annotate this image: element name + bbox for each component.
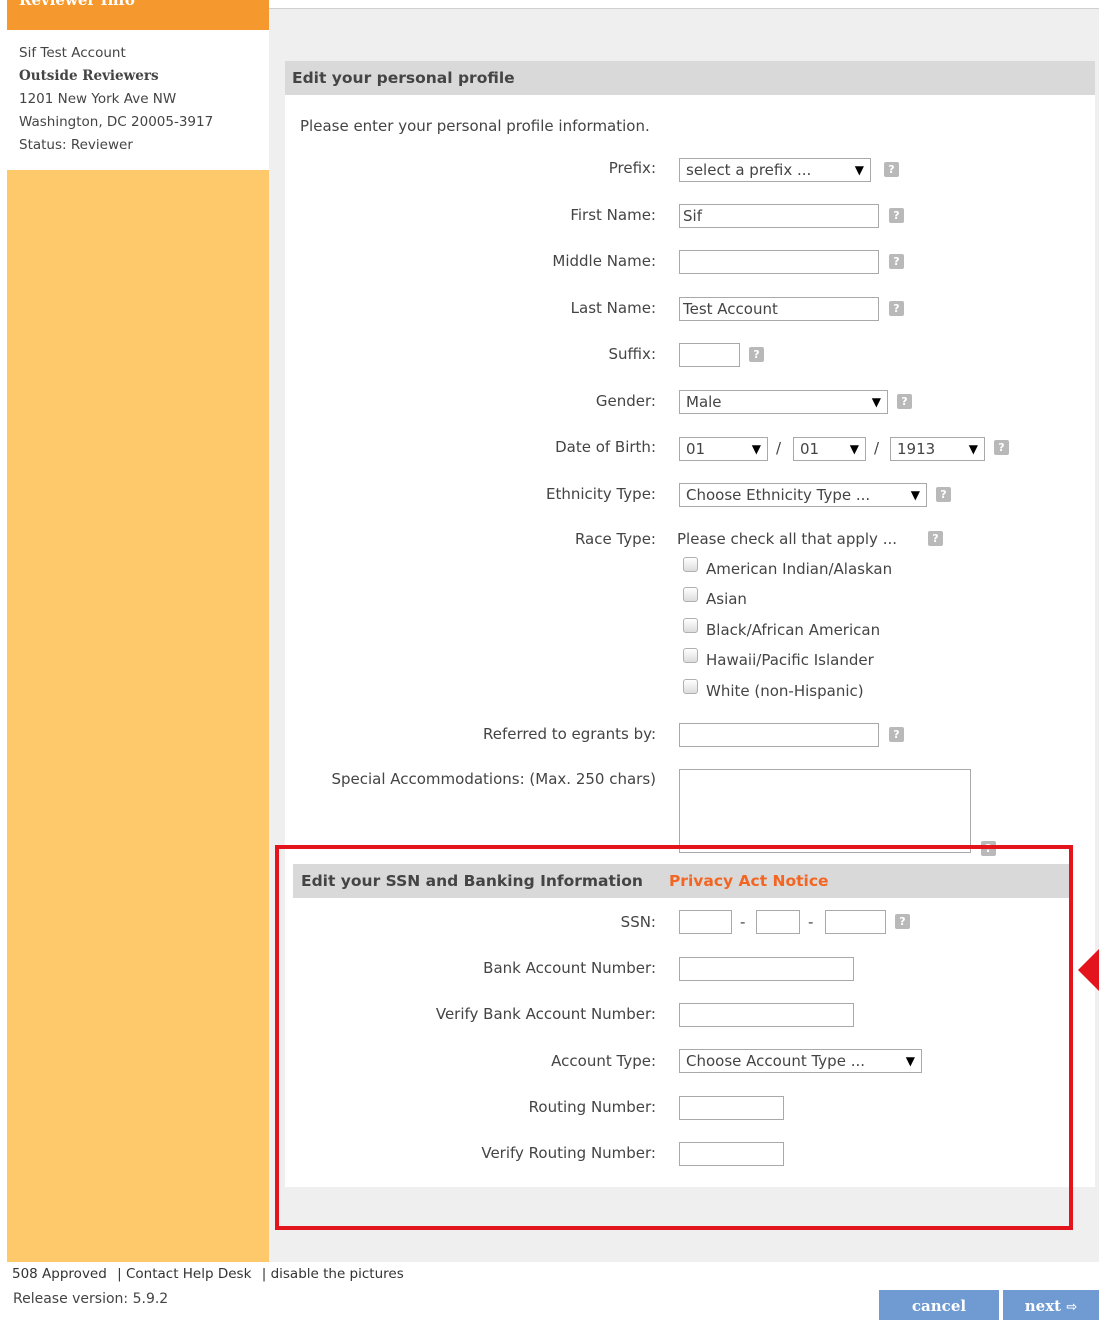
race-checkbox-pacific-islander[interactable] <box>683 648 698 663</box>
footer-link-508[interactable]: 508 Approved <box>12 1266 107 1282</box>
help-icon[interactable]: ? <box>936 487 951 502</box>
dob-label: Date of Birth: <box>555 438 656 456</box>
suffix-input[interactable] <box>679 343 740 367</box>
sidebar-header-label: Reviewer Info <box>19 0 135 9</box>
first-name-input[interactable]: Sif <box>679 204 879 228</box>
pointer-arrow-icon <box>1078 948 1099 992</box>
race-checkbox-asian[interactable] <box>683 587 698 602</box>
chevron-down-icon: ▼ <box>871 395 881 409</box>
help-icon[interactable]: ? <box>889 727 904 742</box>
next-button-label: next <box>1024 1297 1062 1315</box>
sidebar-header: Reviewer Info <box>7 0 269 30</box>
dob-separator: / <box>776 439 782 457</box>
reviewer-address-line1: 1201 New York Ave NW <box>19 91 177 107</box>
last-name-input[interactable]: Test Account <box>679 297 879 321</box>
profile-section-heading: Edit your personal profile <box>285 61 1095 95</box>
footer-separator: | <box>117 1266 122 1282</box>
reviewer-address-line2: Washington, DC 20005-3917 <box>19 114 214 130</box>
reviewer-name: Sif Test Account <box>19 45 126 61</box>
race-hint: Please check all that apply ... <box>677 530 898 548</box>
suffix-label: Suffix: <box>608 345 656 363</box>
race-option-asian: Asian <box>706 590 747 608</box>
gender-select-value: Male <box>686 393 722 411</box>
race-checkbox-american-indian[interactable] <box>683 557 698 572</box>
gender-select[interactable]: Male ▼ <box>679 390 888 414</box>
footer-separator: | <box>261 1266 267 1282</box>
chevron-down-icon: ▼ <box>751 442 761 456</box>
reviewer-status: Status: Reviewer <box>19 137 133 153</box>
ethnicity-label: Ethnicity Type: <box>546 485 656 503</box>
prefix-select[interactable]: select a prefix ... ▼ <box>679 158 871 182</box>
help-icon[interactable]: ? <box>884 162 899 177</box>
highlight-box <box>275 845 1073 1230</box>
dob-month-value: 01 <box>686 440 706 458</box>
ethnicity-select-value: Choose Ethnicity Type ... <box>686 486 871 504</box>
help-icon[interactable]: ? <box>889 301 904 316</box>
footer-link-help-desk[interactable]: Contact Help Desk <box>126 1266 251 1282</box>
race-label: Race Type: <box>574 530 656 548</box>
footer-links: 508 Approved | Contact Help Desk | disab… <box>12 1266 404 1282</box>
help-icon[interactable]: ? <box>928 531 943 546</box>
middle-name-label: Middle Name: <box>552 252 656 270</box>
first-name-label: First Name: <box>570 206 656 224</box>
dob-year-select[interactable]: 1913 ▼ <box>890 437 985 461</box>
last-name-label: Last Name: <box>570 299 656 317</box>
ethnicity-select[interactable]: Choose Ethnicity Type ... ▼ <box>679 483 927 507</box>
cancel-button[interactable]: cancel <box>879 1290 999 1320</box>
reviewer-info-box: Sif Test Account Outside Reviewers 1201 … <box>7 30 269 170</box>
referred-label: Referred to egrants by: <box>482 725 656 743</box>
race-option-black: Black/African American <box>706 621 881 639</box>
race-option-pacific-islander: Hawaii/Pacific Islander <box>706 651 874 669</box>
profile-intro: Please enter your personal profile infor… <box>300 117 650 135</box>
dob-separator: / <box>874 439 880 457</box>
sidebar: Reviewer Info Sif Test Account Outside R… <box>7 0 269 1262</box>
accommodations-textarea[interactable] <box>679 769 971 853</box>
help-icon[interactable]: ? <box>994 440 1009 455</box>
dob-month-select[interactable]: 01 ▼ <box>679 437 768 461</box>
help-icon[interactable]: ? <box>889 208 904 223</box>
help-icon[interactable]: ? <box>897 394 912 409</box>
chevron-down-icon: ▼ <box>968 442 978 456</box>
footer-link-disable-pictures[interactable]: disable the pictures <box>271 1266 404 1282</box>
race-option-american-indian: American Indian/Alaskan <box>706 560 893 578</box>
chevron-down-icon: ▼ <box>849 442 859 456</box>
middle-name-input[interactable] <box>679 250 879 274</box>
release-version: Release version: 5.9.2 <box>13 1291 169 1307</box>
prefix-select-value: select a prefix ... <box>686 161 812 179</box>
gender-label: Gender: <box>595 392 656 410</box>
chevron-down-icon: ▼ <box>910 488 920 502</box>
help-icon[interactable]: ? <box>889 254 904 269</box>
referred-input[interactable] <box>679 723 879 747</box>
prefix-label: Prefix: <box>608 159 656 177</box>
accommodations-label: Special Accommodations: (Max. 250 chars) <box>331 770 656 788</box>
help-icon[interactable]: ? <box>749 347 764 362</box>
race-checkbox-black[interactable] <box>683 618 698 633</box>
next-arrow-icon: ⇨ <box>1066 1300 1078 1315</box>
reviewer-organization: Outside Reviewers <box>19 68 159 84</box>
dob-day-select[interactable]: 01 ▼ <box>793 437 866 461</box>
dob-day-value: 01 <box>800 440 820 458</box>
chevron-down-icon: ▼ <box>854 163 864 177</box>
dob-year-value: 1913 <box>897 440 936 458</box>
race-checkbox-white[interactable] <box>683 679 698 694</box>
race-option-white: White (non-Hispanic) <box>706 682 864 700</box>
next-button[interactable]: next ⇨ <box>1003 1290 1099 1320</box>
